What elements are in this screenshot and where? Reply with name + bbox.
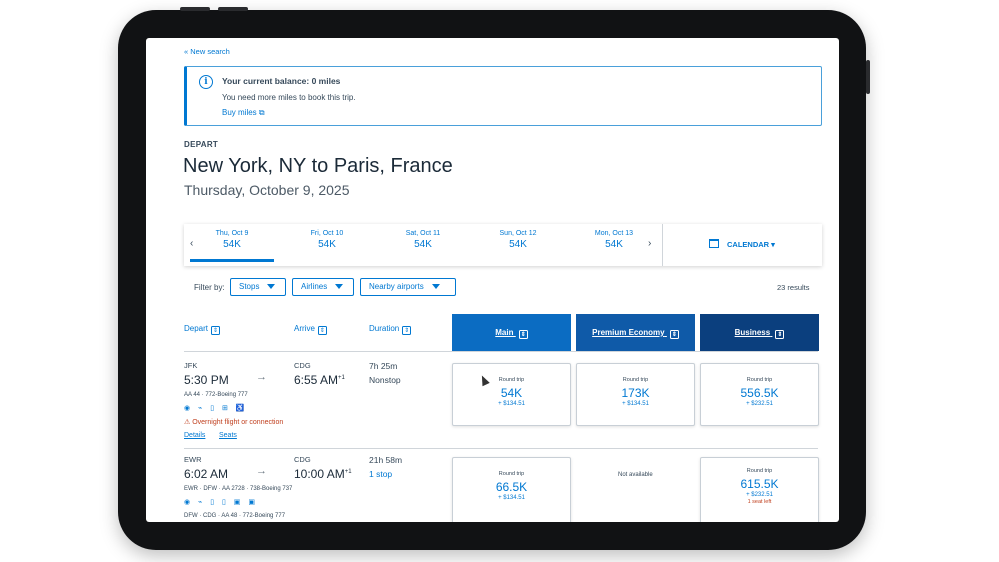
- flight-equipment: DFW · CDG · AA 48 · 772-Boeing 777: [184, 513, 286, 519]
- arrow-right-icon: →: [256, 465, 267, 477]
- trip-date: Thursday, October 9, 2025: [184, 182, 350, 198]
- divider: [184, 448, 818, 449]
- fare-main[interactable]: Round trip 54K + $134.51: [452, 363, 571, 426]
- depart-time: 5:30 PM: [184, 373, 229, 387]
- depart-label: DEPART: [184, 140, 219, 149]
- flight-equipment: EWR · DFW · AA 2728 · 738-Boeing 737: [184, 486, 293, 492]
- amenity-icons: ◉ ⌁ ▯ ⊞ ♿: [184, 405, 248, 412]
- cabin-main[interactable]: Main ⇕: [452, 314, 571, 351]
- sort-arrive[interactable]: Arrive ⇕: [294, 324, 327, 335]
- not-available-label: Not available: [618, 472, 653, 478]
- calendar-icon: [709, 239, 719, 248]
- results-count: 23 results: [777, 283, 810, 292]
- duration: 7h 25m: [369, 361, 398, 371]
- stops-link[interactable]: 1 stop: [369, 469, 392, 479]
- fare-business[interactable]: Round trip 615.5K + $232.51 1 seat left: [700, 457, 819, 522]
- destination-airport: CDG: [294, 455, 311, 464]
- arrive-time: 6:55 AM+1: [294, 373, 345, 387]
- caret-down-icon: [431, 284, 440, 289]
- fare-business[interactable]: Round trip 556.5K + $232.51: [700, 363, 819, 426]
- nearby-airports-filter[interactable]: Nearby airports: [360, 278, 456, 296]
- tablet-button: [180, 7, 210, 11]
- fare-premium-economy[interactable]: Round trip 173K + $134.51: [576, 363, 695, 426]
- sort-icon: ⇕: [775, 330, 785, 339]
- sort-icon: ⇕: [402, 326, 412, 335]
- sort-icon: ⇕: [211, 326, 221, 335]
- calendar-button[interactable]: CALENDAR ▾: [709, 239, 775, 249]
- sort-icon: ⇕: [669, 330, 679, 339]
- stops: Nonstop: [369, 375, 401, 385]
- tablet-button: [218, 7, 248, 11]
- date-option[interactable]: Sun, Oct 12 54K: [476, 230, 560, 250]
- arrive-time: 10:00 AM+1: [294, 467, 352, 481]
- info-icon: i: [199, 75, 213, 89]
- date-option[interactable]: Thu, Oct 9 54K: [190, 230, 274, 262]
- duration: 21h 58m: [369, 455, 403, 465]
- fare-main[interactable]: Round trip 66.5K + $134.51: [452, 457, 571, 522]
- divider: [662, 224, 663, 266]
- date-option[interactable]: Fri, Oct 10 54K: [285, 230, 369, 250]
- origin-airport: EWR: [184, 455, 202, 464]
- page-title: New York, NY to Paris, France: [183, 155, 453, 177]
- stops-filter[interactable]: Stops: [230, 278, 286, 296]
- balance-message: You need more miles to book this trip.: [222, 93, 356, 102]
- tablet-button: [866, 60, 870, 94]
- sort-icon: ⇕: [317, 326, 327, 335]
- amenity-icons: ◉ ⌁ ▯ ▯ ▣ ▣: [184, 499, 258, 506]
- date-strip: ‹ Thu, Oct 9 54K Fri, Oct 10 54K Sat, Oc…: [184, 224, 822, 266]
- arrow-right-icon: →: [256, 371, 267, 383]
- balance-title: Your current balance: 0 miles: [222, 76, 341, 86]
- sort-duration[interactable]: Duration ⇕: [369, 324, 412, 335]
- filter-label: Filter by:: [194, 283, 225, 292]
- origin-airport: JFK: [184, 361, 198, 370]
- cabin-business[interactable]: Business ⇕: [700, 314, 819, 351]
- sort-depart[interactable]: Depart ⇕: [184, 324, 221, 335]
- caret-down-icon: [335, 284, 344, 289]
- date-option[interactable]: Mon, Oct 13 54K: [572, 230, 656, 250]
- screen: « New search i Your current balance: 0 m…: [146, 38, 839, 522]
- divider: [184, 351, 818, 352]
- date-option[interactable]: Sat, Oct 11 54K: [381, 230, 465, 250]
- details-link[interactable]: Details: [184, 432, 205, 439]
- caret-down-icon: [267, 284, 276, 289]
- flight-equipment: AA 44 · 772-Boeing 777: [184, 392, 248, 398]
- chevron-right-icon[interactable]: ›: [648, 238, 651, 249]
- buy-miles-link[interactable]: Buy miles ⧉: [222, 108, 265, 118]
- destination-airport: CDG: [294, 361, 311, 370]
- seats-link[interactable]: Seats: [219, 432, 237, 439]
- new-search-link[interactable]: « New search: [184, 47, 230, 56]
- sort-icon: ⇕: [518, 330, 528, 339]
- airlines-filter[interactable]: Airlines: [292, 278, 354, 296]
- depart-time: 6:02 AM: [184, 467, 229, 481]
- balance-alert: i Your current balance: 0 miles You need…: [184, 66, 822, 126]
- overnight-warning: ⚠ Overnight flight or connection: [184, 419, 284, 426]
- cabin-premium-economy[interactable]: Premium Economy ⇕: [576, 314, 695, 351]
